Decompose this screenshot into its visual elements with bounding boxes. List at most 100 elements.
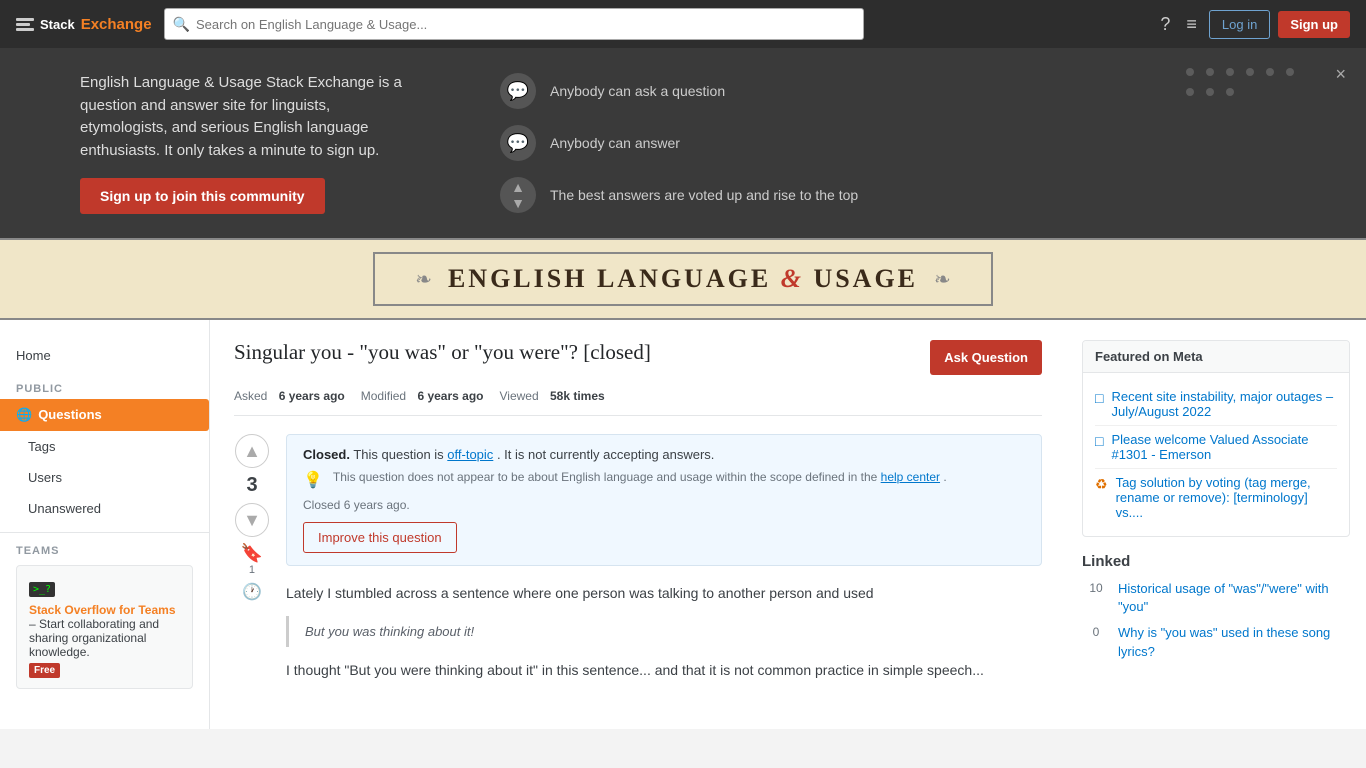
- meta-item-0: □ Recent site instability, major outages…: [1095, 383, 1337, 426]
- content-area: Singular you - "you was" or "you were"? …: [210, 320, 1066, 729]
- search-input[interactable]: [196, 17, 855, 32]
- hero-banner: English Language & Usage Stack Exchange …: [0, 48, 1366, 238]
- site-logo[interactable]: Stack Exchange: [16, 15, 152, 33]
- teams-free-badge: Free: [29, 663, 60, 678]
- asked-time: 6 years ago: [279, 389, 345, 403]
- linked-count-0: 10: [1082, 580, 1110, 616]
- teams-card-title: Stack Overflow for Teams: [29, 603, 176, 617]
- site-header-inner: ❧ ENGLISH LANGUAGE & USAGE ❧: [373, 252, 993, 306]
- meta-post-icon-1: □: [1095, 433, 1103, 449]
- login-button[interactable]: Log in: [1209, 10, 1270, 39]
- closed-body-text: This question does not appear to be abou…: [333, 470, 947, 484]
- downvote-button[interactable]: ▼: [235, 503, 269, 537]
- signup-button[interactable]: Sign up: [1278, 11, 1350, 38]
- question-body-text: Lately I stumbled across a sentence wher…: [286, 582, 1042, 604]
- sidebar-public-label: PUBLIC: [0, 371, 209, 399]
- meta-tag-icon-2: ♻: [1095, 476, 1108, 493]
- logo-stack-text: Stack: [40, 17, 75, 32]
- join-community-button[interactable]: Sign up to join this community: [80, 178, 325, 214]
- hero-feature-vote-text: The best answers are voted up and rise t…: [550, 187, 858, 203]
- featured-meta-body: □ Recent site instability, major outages…: [1083, 373, 1349, 536]
- help-center-link[interactable]: help center: [881, 470, 940, 484]
- hero-feature-answer-text: Anybody can answer: [550, 135, 680, 151]
- linked-title: Linked: [1082, 553, 1350, 570]
- asked-meta: Asked 6 years ago: [234, 389, 345, 403]
- sidebar-item-users[interactable]: Users: [0, 462, 209, 493]
- question-header: Singular you - "you was" or "you were"? …: [234, 340, 1042, 375]
- sidebar-teams-section: TEAMS >_? Stack Overflow for Teams – Sta…: [0, 532, 209, 709]
- header-deco-right: ❧: [934, 267, 951, 292]
- site-title-part1: ENGLISH LANGUAGE: [448, 264, 771, 293]
- meta-item-link-1[interactable]: Please welcome Valued Associate #1301 - …: [1111, 432, 1337, 462]
- hero-text-block: English Language & Usage Stack Exchange …: [80, 72, 420, 214]
- closed-header-text: This question is: [353, 447, 447, 462]
- answer-icon: 💬: [500, 125, 536, 161]
- help-icon-button[interactable]: ?: [1156, 10, 1174, 39]
- closed-notice: Closed. This question is off-topic . It …: [286, 434, 1042, 566]
- sidebar-item-tags[interactable]: Tags: [0, 431, 209, 462]
- sidebar-item-unanswered[interactable]: Unanswered: [0, 493, 209, 524]
- vote-icon: ▲ ▼: [500, 177, 536, 213]
- teams-section-label: TEAMS: [16, 545, 193, 557]
- closed-header: Closed. This question is off-topic . It …: [303, 447, 1025, 462]
- teams-card-description: – Start collaborating and sharing organi…: [29, 617, 159, 659]
- meta-item-link-0[interactable]: Recent site instability, major outages –…: [1111, 389, 1337, 419]
- stack-exchange-icon: [16, 15, 34, 33]
- question-meta: Asked 6 years ago Modified 6 years ago V…: [234, 389, 1042, 416]
- site-header: ❧ ENGLISH LANGUAGE & USAGE ❧: [0, 238, 1366, 320]
- bookmark-button[interactable]: 🔖 1: [241, 543, 263, 576]
- closed-bold: Closed.: [303, 447, 350, 462]
- question-blockquote: But you was thinking about it!: [286, 616, 1042, 647]
- linked-link-0[interactable]: Historical usage of "was"/"were" with "y…: [1118, 580, 1350, 616]
- linked-item-1: 0 Why is "you was" used in these song ly…: [1082, 624, 1350, 660]
- hero-features: 💬 Anybody can ask a question 💬 Anybody c…: [500, 73, 858, 213]
- vote-count: 3: [246, 474, 257, 497]
- linked-item-0: 10 Historical usage of "was"/"were" with…: [1082, 580, 1350, 616]
- search-bar[interactable]: 🔍: [164, 8, 864, 40]
- site-title: ENGLISH LANGUAGE & USAGE: [448, 264, 918, 294]
- linked-count-1: 0: [1082, 624, 1110, 660]
- questions-label: Questions: [38, 407, 102, 422]
- vote-column: ▲ 3 ▼ 🔖 1 🕐: [234, 434, 270, 682]
- question-body: ▲ 3 ▼ 🔖 1 🕐 Closed. This question is off…: [234, 434, 1042, 682]
- sidebar-item-questions[interactable]: 🌐 Questions: [0, 399, 209, 431]
- viewed-count: 58k times: [550, 389, 605, 403]
- closed-header-end: . It is not currently accepting answers.: [497, 447, 714, 462]
- modified-time: 6 years ago: [417, 389, 483, 403]
- logo-exchange-text: Exchange: [81, 16, 152, 33]
- hero-description: English Language & Usage Stack Exchange …: [80, 72, 420, 162]
- site-title-amp: &: [781, 264, 804, 293]
- teams-card: >_? Stack Overflow for Teams – Start col…: [16, 565, 193, 689]
- ask-question-button[interactable]: Ask Question: [930, 340, 1042, 375]
- viewed-meta: Viewed 58k times: [500, 389, 605, 403]
- hero-dots-decoration: [1186, 68, 1306, 96]
- teams-code-icon: >_?: [29, 582, 55, 597]
- search-icon: 🔍: [173, 16, 190, 33]
- upvote-button[interactable]: ▲: [235, 434, 269, 468]
- history-button[interactable]: 🕐: [242, 582, 262, 602]
- lightbulb-icon: 💡: [303, 470, 323, 490]
- right-sidebar: Featured on Meta □ Recent site instabili…: [1066, 320, 1366, 729]
- off-topic-link[interactable]: off-topic: [447, 447, 493, 462]
- hero-feature-ask: 💬 Anybody can ask a question: [500, 73, 858, 109]
- inbox-icon-button[interactable]: ≡: [1182, 10, 1201, 39]
- closed-time: Closed 6 years ago.: [303, 498, 1025, 512]
- main-layout: Home PUBLIC 🌐 Questions Tags Users Unansw…: [0, 320, 1366, 729]
- hero-feature-vote: ▲ ▼ The best answers are voted up and ri…: [500, 177, 858, 213]
- meta-item-link-2[interactable]: Tag solution by voting (tag merge, renam…: [1116, 475, 1337, 520]
- question-content-block: Closed. This question is off-topic . It …: [286, 434, 1042, 682]
- meta-item-2: ♻ Tag solution by voting (tag merge, ren…: [1095, 469, 1337, 526]
- meta-post-icon-0: □: [1095, 390, 1103, 406]
- improve-question-button[interactable]: Improve this question: [303, 522, 457, 553]
- modified-meta: Modified 6 years ago: [361, 389, 484, 403]
- site-title-part2: USAGE: [813, 264, 918, 293]
- featured-meta-title: Featured on Meta: [1083, 341, 1349, 373]
- header-deco-left: ❧: [415, 267, 432, 292]
- sidebar-item-home[interactable]: Home: [0, 340, 209, 371]
- question-title: Singular you - "you was" or "you were"? …: [234, 340, 651, 365]
- closed-body: 💡 This question does not appear to be ab…: [303, 470, 1025, 490]
- hero-close-button[interactable]: ×: [1335, 64, 1346, 85]
- linked-link-1[interactable]: Why is "you was" used in these song lyri…: [1118, 624, 1350, 660]
- questions-globe-icon: 🌐: [16, 407, 32, 422]
- question-body-text2: I thought "But you were thinking about i…: [286, 659, 1042, 681]
